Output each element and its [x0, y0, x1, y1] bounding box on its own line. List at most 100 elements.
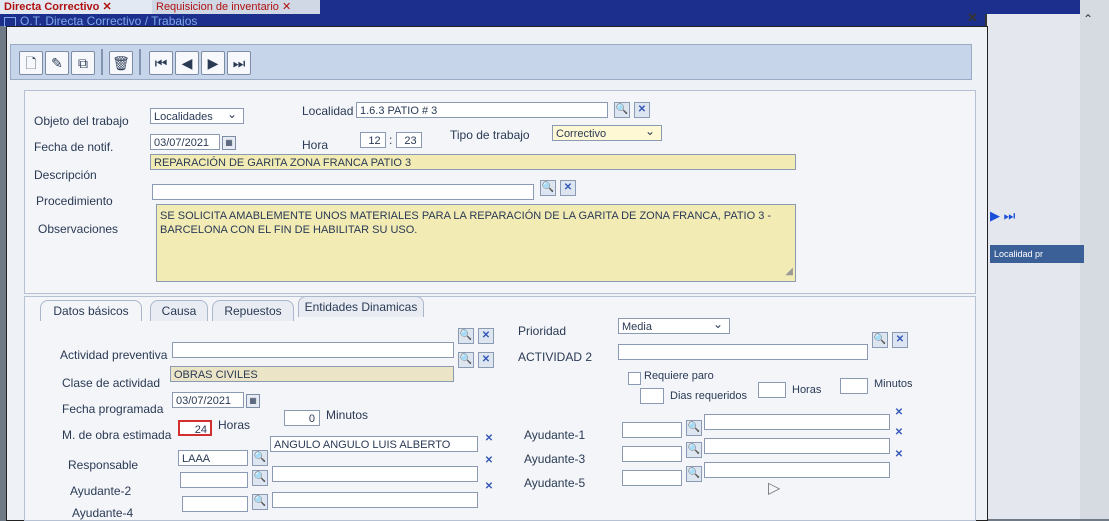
edit-button[interactable]: ✎ — [45, 51, 69, 75]
tab-entidades-dinamicas[interactable]: Entidades Dinamicas — [298, 296, 424, 317]
resize-grip-icon[interactable]: ◢ — [785, 265, 793, 279]
last-icon: ⏭ — [232, 55, 246, 71]
responsable-code-field[interactable]: LAAA — [178, 450, 248, 466]
hora-separator: : — [389, 133, 393, 147]
tipo-trabajo-select[interactable]: Correctivo — [552, 125, 662, 141]
responsable-label: Responsable — [68, 458, 139, 472]
descripcion-label: Descripción — [34, 168, 97, 182]
clear-icon[interactable]: ✕ — [482, 432, 496, 446]
fecha-programada-field[interactable]: 03/07/2021 — [172, 392, 244, 408]
actividad-2-field[interactable] — [618, 344, 868, 360]
hora-minutes-field[interactable]: 23 — [396, 132, 422, 148]
tab-causa[interactable]: Causa — [150, 300, 208, 321]
top-tab-bar: Directa Correctivo ✕ Requisicion de inve… — [0, 0, 1109, 28]
new-icon: 🗋 — [25, 55, 37, 71]
search-icon[interactable]: 🔍 — [686, 442, 702, 458]
mano-obra-horas-field[interactable]: 24 — [178, 420, 212, 436]
clear-icon[interactable]: ✕ — [892, 426, 906, 440]
search-icon[interactable]: 🔍 — [540, 180, 556, 196]
ayudante-3-code-field[interactable] — [622, 446, 682, 462]
descripcion-field[interactable]: REPARACIÓN DE GARITA ZONA FRANCA PATIO 3 — [150, 154, 796, 170]
paro-minutos-field[interactable] — [840, 378, 868, 394]
search-icon[interactable]: 🔍 — [686, 420, 702, 436]
clear-icon[interactable]: ✕ — [634, 102, 650, 118]
ayudante-2-name-field[interactable] — [272, 466, 478, 482]
actividad-preventiva-field[interactable] — [172, 342, 454, 358]
observaciones-line-2: BARCELONA CON EL FIN DE HABILITAR SU USO… — [160, 224, 418, 236]
column-header-localidad[interactable]: Localidad pr — [990, 245, 1084, 263]
clear-icon[interactable]: ✕ — [892, 332, 908, 348]
search-icon[interactable]: 🔍 — [614, 102, 630, 118]
dias-field[interactable] — [640, 388, 664, 404]
tab-repuestos[interactable]: Repuestos — [212, 300, 294, 321]
calendar-icon[interactable]: ▦ — [246, 394, 260, 408]
search-icon[interactable]: 🔍 — [252, 450, 268, 466]
localidad-label: Localidad — [302, 104, 354, 118]
clear-icon[interactable]: ✕ — [482, 480, 496, 494]
clear-icon[interactable]: ✕ — [560, 180, 576, 196]
procedimiento-label: Procedimiento — [36, 194, 113, 208]
actividad-preventiva-label: Actividad preventiva — [60, 348, 168, 362]
close-icon[interactable]: ✕ — [102, 1, 111, 13]
ayudante-3-name-field[interactable] — [704, 438, 890, 454]
clase-actividad-field[interactable]: OBRAS CIVILES — [170, 366, 454, 382]
prioridad-select[interactable]: Media — [618, 318, 730, 334]
ayudante-1-code-field[interactable] — [622, 422, 682, 438]
scrollbar[interactable] — [1080, 0, 1109, 519]
close-icon[interactable]: ✕ — [967, 10, 978, 26]
tab-datos-basicos[interactable]: Datos básicos — [40, 300, 142, 321]
search-icon[interactable]: 🔍 — [458, 352, 474, 368]
observaciones-textarea[interactable]: SE SOLICITA AMABLEMENTE UNOS MATERIALES … — [156, 204, 796, 282]
clear-icon[interactable]: ✕ — [478, 328, 494, 344]
ayudante-5-code-field[interactable] — [622, 470, 682, 486]
actividad-2-label: ACTIVIDAD 2 — [518, 350, 593, 364]
minutos-field[interactable]: 0 — [284, 410, 320, 426]
tab-directa-correctivo[interactable]: Directa Correctivo ✕ — [0, 0, 156, 14]
close-icon[interactable]: ✕ — [282, 1, 291, 13]
clear-icon[interactable]: ✕ — [482, 454, 496, 468]
copy-button[interactable]: ⧉ — [71, 51, 95, 75]
hora-hours-field[interactable]: 12 — [360, 132, 386, 148]
tab-requisicion-inventario[interactable]: Requisicion de inventario ✕ — [152, 0, 320, 14]
ayudante-2-label: Ayudante-2 — [70, 484, 132, 498]
minutos-label: Minutos — [326, 408, 369, 422]
ayudante-4-code-field[interactable] — [182, 496, 248, 512]
observaciones-label: Observaciones — [38, 222, 119, 236]
search-icon[interactable]: 🔍 — [872, 332, 888, 348]
paro-horas-field[interactable] — [758, 382, 786, 398]
details-panel — [24, 296, 976, 521]
ayudante-2-code-field[interactable] — [180, 472, 248, 488]
ayudante-1-name-field[interactable] — [704, 414, 890, 430]
clear-icon[interactable]: ✕ — [892, 448, 906, 462]
trash-icon: 🗑 — [112, 55, 130, 71]
ayudante-5-name-field[interactable] — [704, 462, 890, 478]
ayudante-4-name-field[interactable] — [272, 492, 478, 508]
first-record-button[interactable]: ⏮ — [149, 51, 173, 75]
search-icon[interactable]: 🔍 — [252, 494, 268, 510]
last-record-button[interactable]: ⏭ — [227, 51, 251, 75]
calendar-icon[interactable]: ▦ — [222, 136, 236, 150]
clear-icon[interactable]: ✕ — [478, 352, 494, 368]
toolbar-separator — [101, 49, 103, 75]
objeto-label: Objeto del trabajo — [34, 114, 129, 128]
objeto-select[interactable]: Localidades — [150, 108, 244, 124]
search-icon[interactable]: 🔍 — [252, 470, 268, 486]
next-record-button[interactable]: ▶ — [201, 51, 225, 75]
localidad-field[interactable]: 1.6.3 PATIO # 3 — [356, 102, 608, 118]
search-icon[interactable]: 🔍 — [458, 328, 474, 344]
procedimiento-field[interactable] — [152, 184, 534, 200]
prev-record-button[interactable]: ◀ — [175, 51, 199, 75]
requiere-paro-checkbox[interactable] — [628, 372, 641, 385]
prioridad-label: Prioridad — [518, 324, 567, 338]
ayudante-3-label: Ayudante-3 — [524, 452, 586, 466]
fecha-field[interactable]: 03/07/2021 — [150, 134, 220, 150]
search-icon[interactable]: 🔍 — [686, 466, 702, 482]
scroll-up-icon[interactable]: ⌃ — [1083, 12, 1093, 26]
delete-button[interactable]: 🗑 — [109, 51, 133, 75]
fecha-programada-label: Fecha programada — [62, 402, 164, 416]
responsable-name-field[interactable]: ANGULO ANGULO LUIS ALBERTO — [270, 436, 478, 452]
edit-icon: ✎ — [51, 55, 63, 71]
next-page-icon[interactable]: ▶ ⏭ — [990, 208, 1015, 224]
new-record-button[interactable]: 🗋 — [19, 51, 43, 75]
clear-icon[interactable]: ✕ — [892, 406, 906, 420]
